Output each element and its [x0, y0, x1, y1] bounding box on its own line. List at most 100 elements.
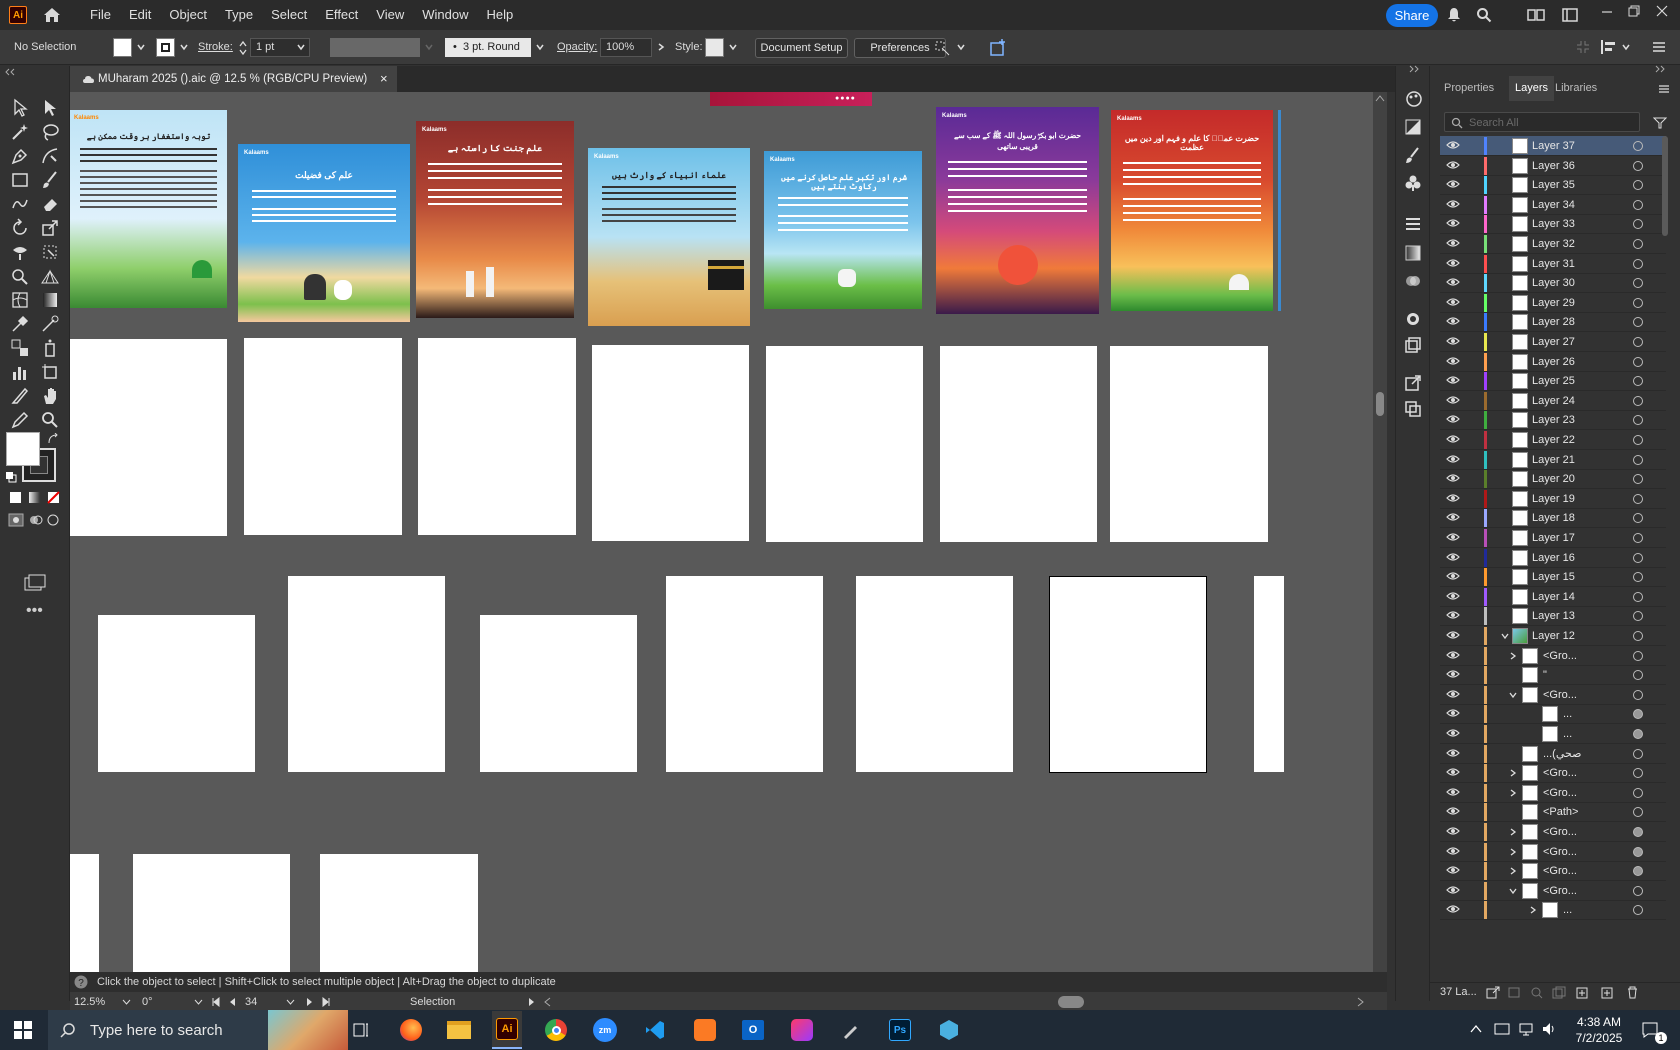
arrange-documents-icon[interactable]	[1527, 8, 1545, 22]
collapse-arrows-icon[interactable]	[4, 68, 16, 76]
close-window-icon[interactable]	[1655, 4, 1669, 18]
recolor-artwork-icon[interactable]	[988, 37, 1008, 57]
gradient-mode-icon[interactable]	[28, 491, 41, 504]
sublayer-row[interactable]: <Gro...	[1440, 763, 1666, 784]
layer-target-icon[interactable]	[1633, 591, 1643, 602]
layer-row[interactable]: Layer 36	[1440, 156, 1666, 176]
layer-name[interactable]: Layer 33	[1532, 214, 1575, 234]
artboard-active[interactable]	[1049, 576, 1207, 773]
arrange-icon[interactable]	[933, 39, 951, 57]
visibility-eye-icon[interactable]	[1446, 728, 1460, 738]
hand-tool-icon[interactable]	[40, 386, 60, 406]
layer-target-icon[interactable]	[1633, 748, 1643, 759]
layer-name[interactable]: <Gro...	[1543, 685, 1577, 705]
sublayer-row[interactable]: <Gro...	[1440, 685, 1666, 705]
layer-name[interactable]: Layer 20	[1532, 469, 1575, 489]
firefox-icon[interactable]	[396, 1015, 426, 1045]
eyedropper-tool-icon[interactable]	[10, 314, 30, 334]
shape-builder-tool-icon[interactable]	[10, 266, 30, 286]
chevron-down-icon[interactable]	[194, 998, 203, 1006]
color-panel-icon[interactable]	[1404, 90, 1424, 108]
document-setup-button[interactable]: Document Setup	[755, 38, 848, 58]
layer-target-icon[interactable]	[1633, 258, 1643, 269]
layer-target-icon[interactable]	[1633, 141, 1643, 151]
scale-tool-icon[interactable]	[40, 218, 60, 238]
layer-row[interactable]: Layer 20	[1440, 469, 1666, 490]
mesh-tool-icon[interactable]	[10, 290, 30, 310]
canvas[interactable]: ●●●● Kalaams توبہ واستغفار ہر وقت ممکن ہ…	[70, 92, 1380, 972]
layer-target-icon[interactable]	[1633, 219, 1643, 230]
layer-target-icon[interactable]	[1633, 846, 1643, 857]
column-graph-tool-icon[interactable]	[10, 362, 30, 382]
visibility-eye-icon[interactable]	[1446, 395, 1460, 405]
layer-name[interactable]: <Gro...	[1543, 861, 1577, 881]
share-button[interactable]: Share	[1386, 4, 1438, 27]
chevron-down-icon[interactable]	[179, 42, 189, 52]
layer-row[interactable]: Layer 35	[1440, 175, 1666, 196]
windows-start-icon[interactable]	[14, 1021, 32, 1039]
layer-row[interactable]: Layer 13	[1440, 606, 1666, 627]
visibility-eye-icon[interactable]	[1446, 434, 1460, 444]
change-screen-mode-icon[interactable]	[24, 574, 46, 592]
layer-row[interactable]: Layer 27	[1440, 332, 1666, 352]
visibility-eye-icon[interactable]	[1446, 630, 1460, 640]
perspective-grid-tool-icon[interactable]	[40, 266, 60, 286]
layer-row[interactable]: Layer 22	[1440, 430, 1666, 450]
default-colors-icon[interactable]	[5, 471, 17, 483]
visibility-eye-icon[interactable]	[1446, 865, 1460, 875]
new-sublayer-icon[interactable]	[1552, 986, 1566, 999]
menu-type[interactable]: Type	[216, 0, 262, 30]
sublayer-row[interactable]: <Gro...	[1440, 646, 1666, 666]
layer-name[interactable]: ...(صحي	[1543, 744, 1581, 764]
visibility-eye-icon[interactable]	[1446, 454, 1460, 464]
layer-target-icon[interactable]	[1633, 631, 1643, 641]
layer-name[interactable]: Layer 31	[1532, 254, 1575, 274]
visibility-eye-icon[interactable]	[1446, 414, 1460, 424]
photoshop-icon[interactable]: Ps	[885, 1015, 915, 1045]
layer-row[interactable]: Layer 17	[1440, 528, 1666, 548]
add-layer-icon[interactable]	[1600, 986, 1614, 999]
layer-target-icon[interactable]	[1633, 807, 1643, 818]
layer-target-icon[interactable]	[1633, 866, 1643, 877]
home-icon[interactable]	[41, 4, 63, 26]
layer-name[interactable]: Layer 22	[1532, 430, 1575, 450]
draw-inside-icon[interactable]	[46, 513, 60, 527]
align-icon[interactable]	[1600, 38, 1618, 56]
sublayer-row[interactable]: ...	[1440, 724, 1666, 744]
visibility-eye-icon[interactable]	[1446, 787, 1460, 797]
scroll-up-icon[interactable]	[1375, 94, 1385, 102]
visibility-eye-icon[interactable]	[1446, 767, 1460, 777]
new-layer-icon[interactable]	[1576, 986, 1590, 999]
show-hidden-icons-icon[interactable]	[1470, 1024, 1482, 1034]
layer-name[interactable]: Layer 36	[1532, 156, 1575, 176]
layer-target-icon[interactable]	[1633, 337, 1643, 347]
visibility-eye-icon[interactable]	[1446, 885, 1460, 895]
chevron-right-icon[interactable]	[1508, 651, 1518, 661]
chevron-down-icon[interactable]	[136, 42, 146, 52]
layer-name[interactable]: ...	[1563, 724, 1572, 744]
visibility-eye-icon[interactable]	[1446, 806, 1460, 816]
sublayer-row[interactable]: ...(صحي	[1440, 744, 1666, 764]
layer-name[interactable]: Layer 15	[1532, 567, 1575, 587]
pen-tool-icon[interactable]	[10, 146, 30, 166]
layer-name[interactable]: Layer 23	[1532, 410, 1575, 430]
sublayer-row[interactable]: <Gro...	[1440, 822, 1666, 842]
visibility-eye-icon[interactable]	[1446, 316, 1460, 326]
layer-target-icon[interactable]	[1633, 787, 1643, 798]
artboard[interactable]	[940, 346, 1097, 542]
visibility-eye-icon[interactable]	[1446, 708, 1460, 718]
stroke-stepper-icon[interactable]	[238, 39, 248, 57]
selection-tool-icon[interactable]	[10, 98, 30, 118]
brushes-panel-icon[interactable]	[1404, 146, 1422, 164]
menu-file[interactable]: File	[81, 0, 120, 30]
chevron-down-icon[interactable]	[1508, 690, 1518, 700]
opacity-field[interactable]: 100%	[600, 38, 652, 57]
app-icon[interactable]	[934, 1015, 964, 1045]
visibility-eye-icon[interactable]	[1446, 650, 1460, 660]
layer-target-icon[interactable]	[1633, 552, 1643, 563]
layer-target-icon[interactable]	[1633, 533, 1643, 543]
measure-tool-icon[interactable]	[40, 314, 60, 334]
direct-selection-tool-icon[interactable]	[40, 98, 60, 118]
artboard[interactable]	[418, 338, 576, 535]
poster-2[interactable]: Kalaams علم کی فضیلت	[238, 144, 410, 322]
